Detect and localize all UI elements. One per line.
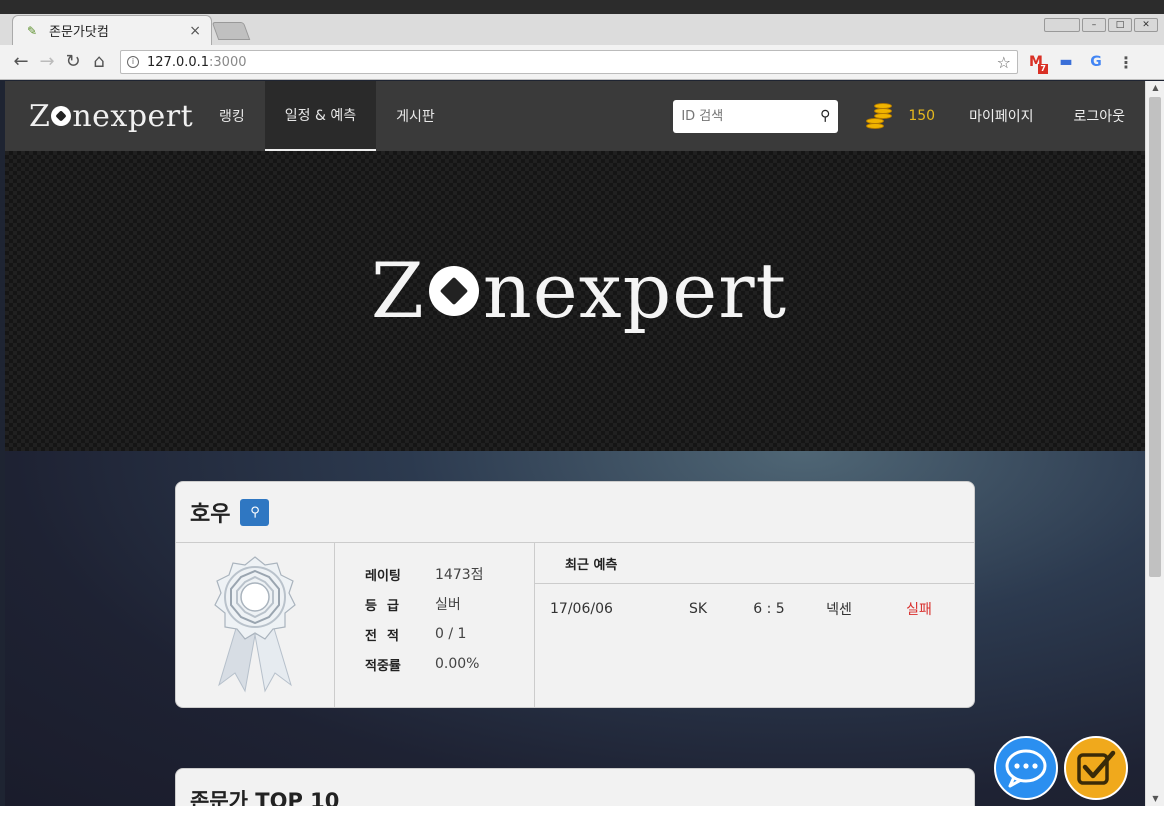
maximize-button[interactable]: □ xyxy=(1108,18,1132,32)
calendar-extension-icon[interactable]: ▬ xyxy=(1054,50,1078,74)
soccer-ball-icon xyxy=(51,105,72,126)
scroll-down-icon[interactable]: ▼ xyxy=(1146,792,1164,806)
silver-medal-icon xyxy=(214,556,296,693)
window-controls: – □ ✕ xyxy=(1044,18,1158,32)
mypage-link[interactable]: 마이페이지 xyxy=(969,106,1033,126)
brand-logo-prefix: Z xyxy=(29,98,51,134)
prediction-away-team: 넥센 xyxy=(826,602,852,618)
page-scrollbar[interactable]: ▲ ▼ xyxy=(1145,81,1164,806)
pen-favicon-icon: ✎ xyxy=(27,23,38,38)
stat-label: 등급 xyxy=(365,598,409,614)
new-tab-button[interactable] xyxy=(211,22,251,40)
prediction-score: 6 : 5 xyxy=(753,601,785,617)
recent-predictions: 최근 예측 17/06/06 SK 6 : 5 넥센 실패 xyxy=(535,543,974,707)
list-item: 17/06/06 SK 6 : 5 넥센 실패 xyxy=(535,584,974,634)
gmail-extension-icon[interactable]: M7 xyxy=(1024,50,1048,74)
url-host: 127.0.0.1 xyxy=(147,54,210,70)
info-icon[interactable]: i xyxy=(127,56,139,68)
window-bottom-edge xyxy=(0,806,1164,820)
stats-column: 레이팅 1473점 등급 실버 전적 0 / 1 적중률 0.00% xyxy=(335,543,535,707)
stat-label: 레이팅 xyxy=(365,568,401,584)
profile-card-body: 레이팅 1473점 등급 실버 전적 0 / 1 적중률 0.00% 최근 예측 xyxy=(176,543,974,707)
tab-title: 존문가닷컴 xyxy=(49,25,109,40)
hero-logo-suffix: nexpert xyxy=(482,246,788,335)
stat-value: 0 / 1 xyxy=(435,626,467,642)
forward-arrow-icon[interactable]: → xyxy=(34,49,60,75)
minimize-button[interactable]: – xyxy=(1082,18,1106,32)
medal-column xyxy=(176,543,335,707)
stat-row-record: 전적 0 / 1 xyxy=(365,619,534,649)
stat-value: 0.00% xyxy=(435,656,480,672)
chat-button[interactable] xyxy=(994,736,1058,800)
brand-logo[interactable]: Znexpert xyxy=(29,99,199,134)
back-arrow-icon[interactable]: ← xyxy=(8,49,34,75)
checkbox-check-icon xyxy=(1077,750,1116,785)
stat-label: 적중률 xyxy=(365,658,401,674)
profile-search-button[interactable]: ⚲ xyxy=(240,498,270,526)
home-icon[interactable]: ⌂ xyxy=(86,49,112,75)
brand-logo-suffix: nexpert xyxy=(72,98,194,134)
profile-switcher-button[interactable] xyxy=(1044,18,1080,32)
stat-value: 1473점 xyxy=(435,567,484,583)
stat-row-grade: 등급 실버 xyxy=(365,589,534,619)
coin-count: 150 xyxy=(908,108,936,124)
stat-row-rating: 레이팅 1473점 xyxy=(365,559,534,589)
address-bar[interactable]: i 127.0.0.1 :3000 ☆ xyxy=(120,50,1018,74)
scroll-up-icon[interactable]: ▲ xyxy=(1146,81,1164,95)
browser-tab[interactable]: ✎ 존문가닷컴 × xyxy=(12,15,212,45)
chat-bubble-icon xyxy=(1005,749,1047,788)
stat-value: 실버 xyxy=(435,597,461,613)
recent-predictions-title: 최근 예측 xyxy=(535,543,974,584)
browser-menu-icon[interactable]: ⋮ xyxy=(1114,50,1138,74)
scroll-thumb[interactable] xyxy=(1149,97,1161,577)
hero-logo: Znexpert xyxy=(371,246,787,335)
stat-label: 전적 xyxy=(365,628,409,644)
gmail-badge: 7 xyxy=(1038,64,1048,74)
site-viewport: Znexpert 랭킹 일정 & 예측 게시판 ⚲ 150 마이페이지 로그아웃… xyxy=(5,81,1145,806)
prediction-home-team: SK xyxy=(688,601,708,617)
site-navbar: Znexpert 랭킹 일정 & 예측 게시판 ⚲ 150 마이페이지 로그아웃 xyxy=(5,81,1145,151)
translate-extension-icon[interactable]: G xyxy=(1084,50,1108,74)
soccer-ball-icon xyxy=(428,266,479,316)
id-search-input[interactable] xyxy=(681,108,821,124)
coins-icon xyxy=(864,101,894,131)
profile-card-header: 호우 ⚲ xyxy=(176,482,974,543)
profile-card: 호우 ⚲ 레이팅 1473점 등급 실버 전적 0 / 1 적중률 0.00% … xyxy=(175,481,975,708)
prediction-date: 17/06/06 xyxy=(550,601,613,617)
nav-item-board[interactable]: 게시판 xyxy=(376,81,455,151)
top10-card: 존문가 TOP 10 xyxy=(175,768,975,806)
nav-item-schedule[interactable]: 일정 & 예측 xyxy=(264,81,377,151)
prediction-result: 실패 xyxy=(906,602,932,618)
url-port: :3000 xyxy=(209,54,247,70)
prediction-check-button[interactable] xyxy=(1064,736,1128,800)
stat-row-accuracy: 적중률 0.00% xyxy=(365,649,534,679)
search-icon[interactable]: ⚲ xyxy=(820,108,830,124)
bookmark-star-icon[interactable]: ☆ xyxy=(997,53,1011,72)
logout-link[interactable]: 로그아웃 xyxy=(1073,106,1125,126)
profile-name: 호우 xyxy=(190,502,231,527)
top10-title: 존문가 TOP 10 xyxy=(190,789,340,806)
hero-logo-prefix: Z xyxy=(371,246,425,335)
browser-toolbar: ← → ↻ ⌂ i 127.0.0.1 :3000 ☆ M7 ▬ G ⋮ xyxy=(0,45,1164,80)
close-window-button[interactable]: ✕ xyxy=(1134,18,1158,32)
reload-icon[interactable]: ↻ xyxy=(60,49,86,75)
hero-banner: Znexpert xyxy=(5,151,1145,451)
id-search-box: ⚲ xyxy=(673,99,839,133)
nav-item-ranking[interactable]: 랭킹 xyxy=(199,81,265,151)
tab-close-icon[interactable]: × xyxy=(189,23,201,39)
